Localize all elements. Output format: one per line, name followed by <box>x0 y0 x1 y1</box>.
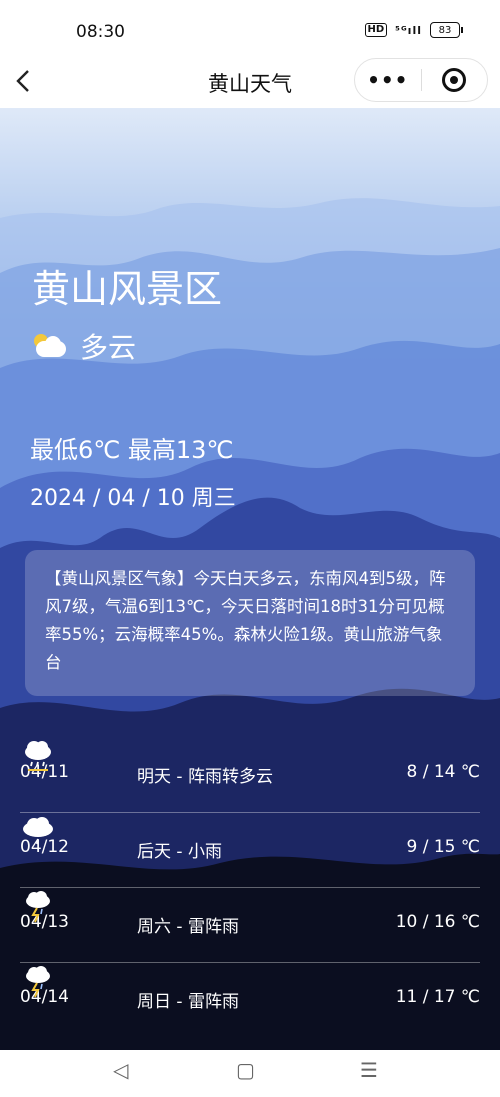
forecast-weather: 后天 - 小雨 <box>137 842 222 862</box>
forecast-description: 【黄山风景区气象】今天白天多云，东南风4到5级，阵风7级，气温6到13℃，今天日… <box>45 569 446 672</box>
close-button[interactable] <box>422 68 488 92</box>
system-home-button[interactable]: ▢ <box>236 1058 255 1082</box>
weather-hero: 黄山风景区 多云 最低6℃ 最高13℃ 2024 / 04 / 10 周三 【黄… <box>0 108 500 1050</box>
forecast-weather: 周日 - 雷阵雨 <box>137 992 239 1012</box>
light-rain-icon <box>23 817 53 845</box>
more-button[interactable]: ••• <box>355 68 421 92</box>
temperature-range: 最低6℃ 最高13℃ <box>30 436 234 464</box>
forecast-temperature: 10 / 16 ℃ <box>395 912 480 932</box>
system-back-button[interactable]: ◁ <box>113 1058 128 1082</box>
weather-condition: 多云 <box>80 331 137 364</box>
forecast-temperature: 8 / 14 ℃ <box>406 762 480 782</box>
forecast-row[interactable]: 04/13 周六 - 雷阵雨 10 / 16 ℃ <box>20 888 480 963</box>
system-menu-button[interactable]: ☰ <box>360 1058 378 1082</box>
status-time: 08:30 <box>76 22 125 42</box>
target-icon <box>442 68 467 92</box>
mini-program-capsule: ••• <box>354 58 488 102</box>
hd-icon: HD <box>364 23 388 37</box>
forecast-row[interactable]: 04/14 周日 - 雷阵雨 11 / 17 ℃ <box>20 963 480 1037</box>
forecast-temperature: 11 / 17 ℃ <box>395 987 480 1007</box>
status-bar: 08:30 HD ⁵ᴳıll 83 <box>0 0 500 58</box>
thunderstorm-icon <box>26 966 50 998</box>
forecast-row[interactable]: 04/11 明天 - 阵雨转多云 8 / 14 ℃ <box>20 738 480 813</box>
thunderstorm-icon <box>26 891 50 923</box>
signal-icon: ⁵ᴳıll <box>395 23 422 37</box>
battery-level: 83 <box>438 24 452 36</box>
nav-bar: 黄山天气 ••• <box>0 58 500 108</box>
system-nav-bar: ◁ ▢ ☰ <box>0 1050 500 1097</box>
forecast-weather: 周六 - 雷阵雨 <box>137 917 239 937</box>
battery-icon: 83 <box>430 22 463 38</box>
place-title: 黄山风景区 <box>32 267 223 311</box>
forecast-description-card: 【黄山风景区气象】今天白天多云，东南风4到5级，阵风7级，气温6到13℃，今天日… <box>25 550 475 696</box>
forecast-list: 04/11 明天 - 阵雨转多云 8 / 14 ℃ 04/12 后天 - 小雨 … <box>0 738 500 1037</box>
partly-cloudy-icon <box>32 332 66 360</box>
forecast-temperature: 9 / 15 ℃ <box>406 837 480 857</box>
forecast-row[interactable]: 04/12 后天 - 小雨 9 / 15 ℃ <box>20 813 480 888</box>
rain-sun-icon <box>25 741 51 771</box>
current-weather: 多云 <box>32 326 136 366</box>
current-date: 2024 / 04 / 10 周三 <box>30 486 236 511</box>
status-icons: HD ⁵ᴳıll 83 <box>364 22 463 38</box>
forecast-weather: 明天 - 阵雨转多云 <box>137 767 273 787</box>
